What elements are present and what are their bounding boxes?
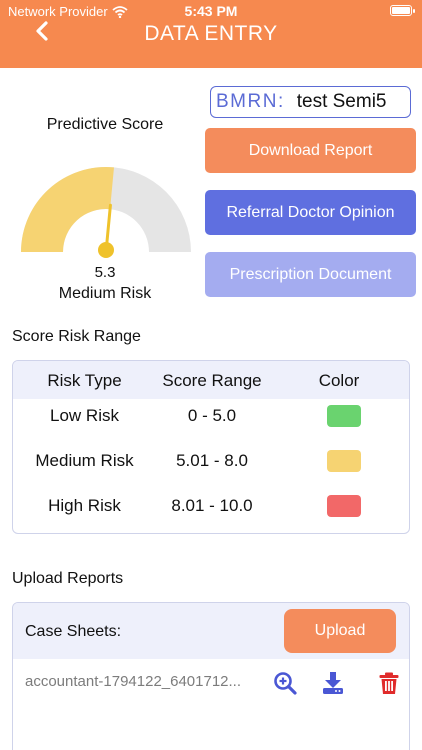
score-value: 5.3 bbox=[94, 264, 116, 281]
risk-row-low-range: 0 - 5.0 bbox=[187, 406, 237, 425]
predictive-score-label: Predictive Score bbox=[46, 116, 164, 133]
upload-reports-card: Case Sheets: Upload accountant-1794122_6… bbox=[12, 602, 410, 750]
prescription-document-button[interactable]: Prescription Document bbox=[205, 252, 416, 297]
risk-range-table: Risk Type Score Range Color Low Risk 0 -… bbox=[12, 360, 410, 534]
trash-icon[interactable] bbox=[377, 671, 401, 695]
bmrn-value: test Semi5 bbox=[296, 91, 387, 112]
app-header: Network Provider 5:43 PM DATA ENTRY bbox=[0, 0, 422, 68]
gauge-fill bbox=[21, 167, 114, 252]
risk-row-high-type: High Risk bbox=[48, 496, 121, 515]
case-sheets-header: Case Sheets: Upload bbox=[13, 603, 409, 659]
file-name[interactable]: accountant-1794122_6401712... bbox=[25, 673, 265, 690]
case-sheets-label: Case Sheets: bbox=[25, 623, 122, 640]
page-title: DATA ENTRY bbox=[144, 22, 278, 45]
zoom-in-icon[interactable] bbox=[273, 671, 297, 695]
risk-row-high-range: 8.01 - 10.0 bbox=[171, 496, 253, 515]
header-score-range: Score Range bbox=[162, 371, 262, 390]
score-risk-range-title: Score Risk Range bbox=[12, 328, 141, 345]
bmrn-field: BMRN: test Semi5 bbox=[210, 86, 411, 118]
score-gauge bbox=[21, 167, 191, 258]
gauge-pivot bbox=[98, 242, 114, 258]
risk-row-medium-range: 5.01 - 8.0 bbox=[176, 451, 248, 470]
status-time: 5:43 PM bbox=[184, 3, 238, 19]
risk-level-label: Medium Risk bbox=[58, 285, 152, 302]
risk-row-high-swatch bbox=[327, 495, 361, 517]
risk-row-medium-type: Medium Risk bbox=[35, 451, 134, 470]
risk-row-low-swatch bbox=[327, 405, 361, 427]
risk-row-medium-swatch bbox=[327, 450, 361, 472]
risk-row-low-type: Low Risk bbox=[50, 406, 119, 425]
upload-reports-title: Upload Reports bbox=[12, 570, 124, 587]
referral-doctor-opinion-button[interactable]: Referral Doctor Opinion bbox=[205, 190, 416, 235]
battery-icon bbox=[390, 5, 415, 16]
risk-table-header: Risk Type Score Range Color bbox=[13, 361, 409, 399]
bmrn-label: BMRN: bbox=[216, 91, 285, 112]
download-icon[interactable] bbox=[321, 671, 345, 695]
upload-button[interactable]: Upload bbox=[284, 609, 396, 653]
download-report-button[interactable]: Download Report bbox=[205, 128, 416, 173]
header-color: Color bbox=[318, 371, 360, 390]
header-risk-type: Risk Type bbox=[47, 371, 122, 390]
